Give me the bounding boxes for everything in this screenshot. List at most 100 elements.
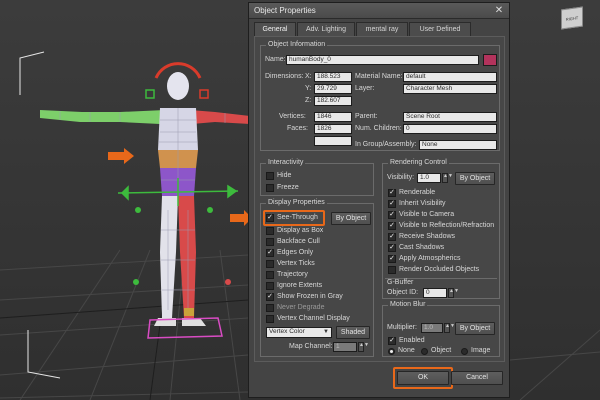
vertices-value: 1846 [314,112,352,122]
material-name-label: Material Name: [355,73,403,80]
see-through-highlight [263,210,325,226]
dialog-titlebar[interactable]: Object Properties ✕ [249,3,509,19]
gbuffer-legend: G-Buffer [387,279,414,286]
cancel-button[interactable]: Cancel [451,371,503,385]
display-as-box-label: Display as Box [277,227,324,234]
y-label: Y: [305,85,312,92]
radio-object[interactable] [421,348,428,355]
vertices-label: Vertices: [279,113,306,120]
backface-cull-label: Backface Cull [277,238,320,245]
ok-highlight [393,367,453,389]
map-channel-spinner-icon[interactable]: ▲▼ [358,342,369,352]
object-id-value[interactable]: 0 [423,288,447,298]
object-information-legend: Object Information [266,41,328,48]
motion-blur-legend: Motion Blur [388,301,428,308]
display-properties-legend: Display Properties [266,199,327,206]
cast-shadows-checkbox-box[interactable]: ✓ [388,244,396,252]
motion-blur-enabled-checkbox-box[interactable]: ✓ [388,337,396,345]
multiplier-spinner-icon[interactable]: ▲▼ [444,323,455,333]
parent-label: Parent: [355,113,378,120]
vertex-channel-display-checkbox-box[interactable] [266,315,274,323]
visibility-spinner-icon[interactable]: ▲▼ [442,173,453,183]
dimension-z-value: 182.607 [314,96,352,106]
vertex-color-dropdown[interactable]: Vertex Color ▼ [266,327,332,338]
name-field[interactable]: humanBody_0 [286,55,479,65]
never-degrade-checkbox-box[interactable] [266,304,274,312]
radio-image[interactable] [461,348,468,355]
visibility-value[interactable]: 1.0 [417,173,441,183]
gbuffer-group: G-Buffer Object ID: 0 ▲▼ [385,278,497,298]
object-id-spinner-icon[interactable]: ▲▼ [448,288,459,298]
material-name-value: default [403,72,497,82]
z-label: Z: [305,97,312,104]
cast-shadows-label: Cast Shadows [399,244,445,251]
interactivity-legend: Interactivity [266,159,306,166]
rendering-by-object-button[interactable]: By Object [455,172,495,185]
trajectory-label: Trajectory [277,271,308,278]
tab-general[interactable]: General [254,22,296,37]
character-mesh [40,62,250,339]
edges-only-checkbox-box[interactable]: ✓ [266,249,274,257]
render-occluded-objects-checkbox-box[interactable] [388,266,396,274]
hide-label: Hide [277,172,292,179]
motion-blur-group: Motion Blur Multiplier: 1.0 ▲▼ By Object… [382,301,500,357]
tab-adv-lighting[interactable]: Adv. Lighting [297,22,355,36]
hide-checkbox-box[interactable] [266,172,274,180]
blank-field-1 [314,136,352,146]
visible-to-reflection-label: Visible to Reflection/Refraction [399,222,495,229]
object-id-label: Object ID: [387,289,419,296]
display-properties-group: Display Properties ✓ See-Through By Obje… [260,199,374,357]
visible-to-camera-checkbox-box[interactable]: ✓ [388,211,396,219]
viewport-arrow [108,148,134,164]
general-panel: Object Information Name: humanBody_0 Dim… [254,36,505,362]
tab-mental-ray[interactable]: mental ray [356,22,408,36]
view-cube-icon[interactable]: RIGHT [561,6,583,30]
render-occluded-objects-label: Render Occluded Objects [399,266,480,273]
dialog-title: Object Properties [254,6,316,15]
map-channel-label: Map Channel: [289,343,333,350]
tab-user-defined[interactable]: User Defined [409,22,471,36]
motion-blur-enabled-label: Enabled [399,337,425,344]
group-label: In Group/Assembly: [355,141,417,148]
vertex-ticks-checkbox-box[interactable] [266,260,274,268]
map-channel-value[interactable]: 1 [333,342,357,352]
group-value: None [419,140,497,150]
color-swatch[interactable] [483,54,497,66]
chevron-down-icon: ▼ [323,329,329,335]
interactivity-group: Interactivity Hide Freeze [260,159,374,196]
rendering-control-legend: Rendering Control [388,159,449,166]
dimensions-label: Dimensions: [265,73,304,80]
close-icon[interactable]: ✕ [493,5,505,17]
visibility-label: Visibility: [387,174,415,181]
renderable-checkbox-box[interactable]: ✓ [388,189,396,197]
motion-blur-by-object-button[interactable]: By Object [455,322,495,335]
vertex-color-value: Vertex Color [269,328,305,335]
receive-shadows-checkbox-box[interactable]: ✓ [388,233,396,241]
show-frozen-in-gray-checkbox-box[interactable]: ✓ [266,293,274,301]
backface-cull-checkbox-box[interactable] [266,238,274,246]
apply-atmospherics-label: Apply Atmospherics [399,255,461,262]
ignore-extents-checkbox-box[interactable] [266,282,274,290]
inherit-visibility-checkbox-box[interactable]: ✓ [388,200,396,208]
num-children-label: Num. Children: [355,125,402,132]
shaded-button[interactable]: Shaded [336,326,370,339]
radio-none[interactable] [388,348,395,355]
object-information-group: Object Information Name: humanBody_0 Dim… [260,41,500,151]
rendering-control-group: Rendering Control Visibility: 1.0 ▲▼ By … [382,159,500,299]
trajectory-checkbox-box[interactable] [266,271,274,279]
multiplier-value[interactable]: 1.0 [421,323,443,333]
visible-to-camera-label: Visible to Camera [399,211,455,218]
dimension-x-value: 188.523 [314,72,352,82]
receive-shadows-label: Receive Shadows [399,233,456,240]
dimension-y-value: 29.729 [314,84,352,94]
freeze-checkbox-box[interactable] [266,184,274,192]
display-by-object-button[interactable]: By Object [331,212,371,225]
x-label: X: [305,73,312,80]
apply-atmospherics-checkbox-box[interactable]: ✓ [388,255,396,263]
visible-to-reflection-checkbox-box[interactable]: ✓ [388,222,396,230]
display-as-box-checkbox-box[interactable] [266,227,274,235]
edges-only-label: Edges Only [277,249,314,256]
renderable-label: Renderable [399,189,436,196]
num-children-value: 0 [403,124,497,134]
faces-value: 1826 [314,124,352,134]
